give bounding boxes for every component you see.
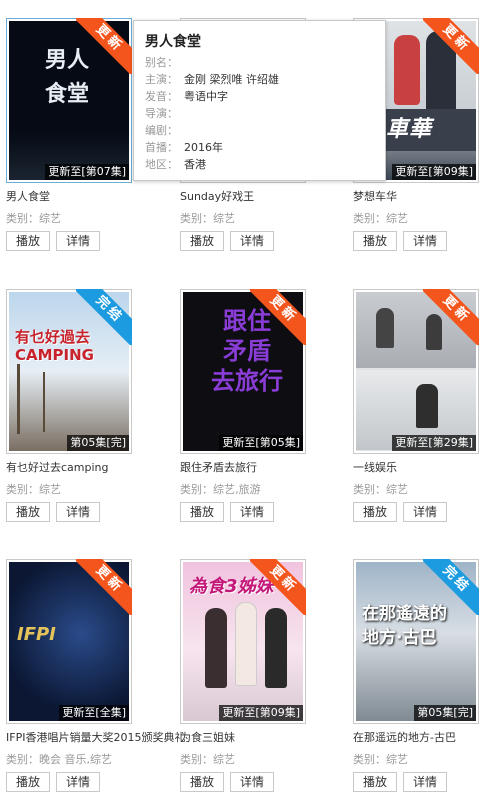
show-title[interactable]: 男人食堂 (6, 188, 50, 204)
popup-writer-row: 编剧： (145, 124, 178, 137)
episode-status: 更新至[第07集] (45, 164, 129, 180)
show-info-popup: 男人食堂 别名： 主演： 金刚 梁烈唯 许绍雄 发音： 粤语中字 导演： 编剧： 首… (133, 20, 386, 181)
episode-status: 第05集[完] (67, 435, 129, 451)
show-category: 类别：综艺 (353, 212, 408, 225)
badge-updating: 更新 (423, 18, 479, 74)
play-button[interactable]: 播放 (6, 772, 50, 792)
show-poster[interactable]: 男人 食堂 更新至[第07集] 更新 (6, 18, 132, 183)
episode-status: 更新至[全集] (59, 705, 129, 721)
show-title[interactable]: 在那遥远的地方-古巴 (353, 729, 456, 745)
show-category: 类别：综艺,旅游 (180, 483, 261, 496)
popup-title: 男人食堂 (145, 34, 201, 50)
play-button[interactable]: 播放 (180, 502, 224, 522)
badge-updating: 更新 (76, 18, 132, 74)
detail-button[interactable]: 详情 (230, 231, 274, 251)
play-button[interactable]: 播放 (353, 231, 397, 251)
popup-region-row: 地区： 香港 (145, 158, 206, 171)
play-button[interactable]: 播放 (6, 231, 50, 251)
detail-button[interactable]: 详情 (230, 502, 274, 522)
show-poster[interactable]: 跟住 矛盾 去旅行 更新至[第05集] 更新 (180, 289, 306, 454)
popup-language-row: 发音： 粤语中字 (145, 90, 228, 103)
detail-button[interactable]: 详情 (230, 772, 274, 792)
episode-status: 更新至[第09集] (392, 164, 476, 180)
show-title[interactable]: 跟住矛盾去旅行 (180, 459, 257, 475)
show-poster[interactable]: IFPI 更新至[全集] 更新 (6, 559, 132, 724)
show-title[interactable]: 一线娱乐 (353, 459, 397, 475)
play-button[interactable]: 播放 (180, 772, 224, 792)
popup-cast-row: 主演： 金刚 梁烈唯 许绍雄 (145, 73, 279, 86)
poster-title-text: IFPI (17, 624, 56, 645)
episode-status: 第05集[完] (414, 705, 476, 721)
show-poster[interactable]: 有乜好過去 CAMPING 第05集[完] 完结 (6, 289, 132, 454)
badge-finished: 完结 (76, 289, 132, 345)
detail-button[interactable]: 详情 (403, 231, 447, 251)
badge-finished: 完结 (423, 559, 479, 615)
show-poster[interactable]: 更新至[第29集] 更新 (353, 289, 479, 454)
show-category: 类别：晚会 音乐,综艺 (6, 753, 112, 766)
detail-button[interactable]: 详情 (56, 772, 100, 792)
detail-button[interactable]: 详情 (56, 231, 100, 251)
show-title[interactable]: Sunday好戏王 (180, 188, 254, 204)
show-title[interactable]: 有乜好过去camping (6, 459, 109, 475)
detail-button[interactable]: 详情 (403, 772, 447, 792)
show-category: 类别：综艺 (180, 212, 235, 225)
badge-updating: 更新 (423, 289, 479, 345)
show-title[interactable]: 为食三姐妹 (180, 729, 235, 745)
show-category: 类别：综艺 (353, 753, 408, 766)
popup-director-row: 导演： (145, 107, 178, 120)
episode-status: 更新至[第09集] (219, 705, 303, 721)
show-category: 类别：综艺 (6, 483, 61, 496)
play-button[interactable]: 播放 (180, 231, 224, 251)
show-category: 类别：综艺 (353, 483, 408, 496)
popup-premiere-row: 首播： 2016年 (145, 141, 223, 154)
show-title[interactable]: IFPI香港唱片销量大奖2015颁奖典礼 (6, 729, 185, 745)
show-title[interactable]: 梦想车华 (353, 188, 397, 204)
show-poster[interactable]: 為食3姊妹 更新至[第09集] 更新 (180, 559, 306, 724)
detail-button[interactable]: 详情 (56, 502, 100, 522)
show-poster[interactable]: 在那遙遠的 地方·古巴 第05集[完] 完结 (353, 559, 479, 724)
episode-status: 更新至[第05集] (219, 435, 303, 451)
badge-updating: 更新 (76, 559, 132, 615)
detail-button[interactable]: 详情 (403, 502, 447, 522)
play-button[interactable]: 播放 (353, 502, 397, 522)
badge-updating: 更新 (250, 559, 306, 615)
badge-updating: 更新 (250, 289, 306, 345)
play-button[interactable]: 播放 (6, 502, 50, 522)
play-button[interactable]: 播放 (353, 772, 397, 792)
episode-status: 更新至[第29集] (392, 435, 476, 451)
popup-alias-row: 别名： (145, 56, 178, 69)
show-category: 类别：综艺 (180, 753, 235, 766)
poster-title-text: 車華 (386, 117, 433, 142)
show-category: 类别：综艺 (6, 212, 61, 225)
